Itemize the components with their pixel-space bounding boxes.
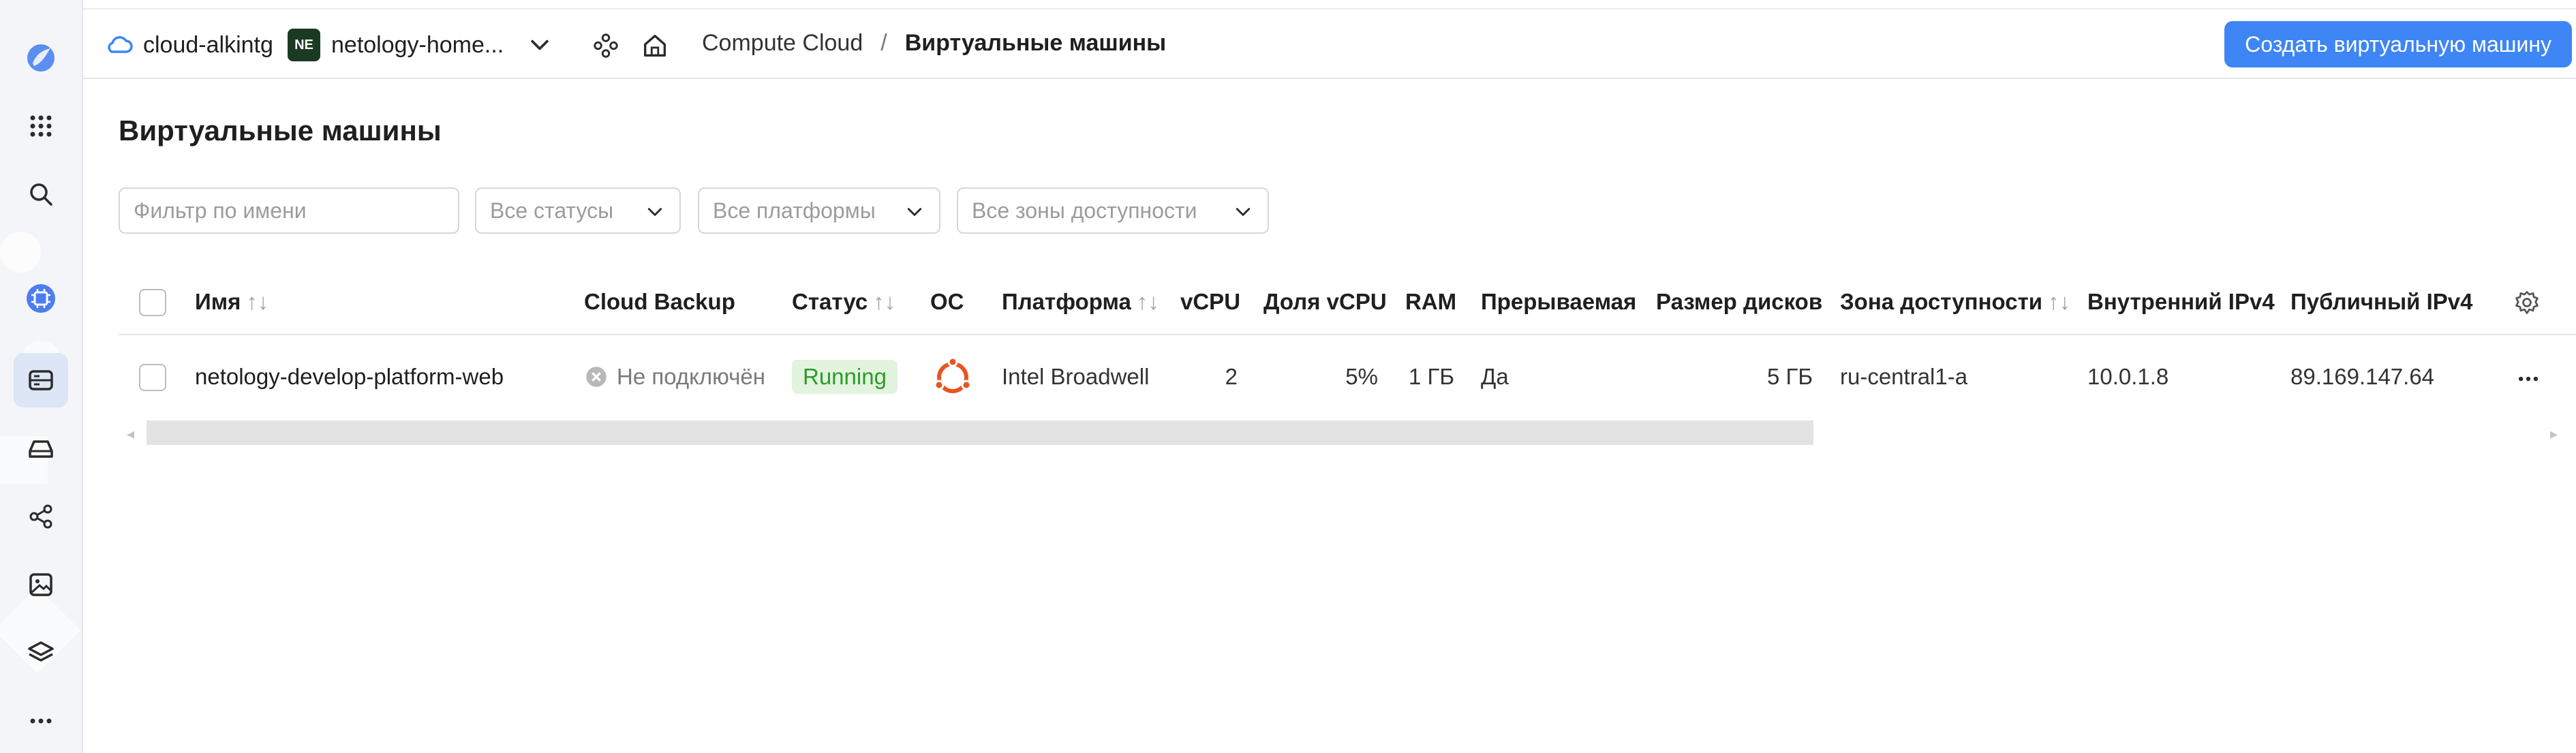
compute-cloud-service-button[interactable] bbox=[14, 271, 68, 326]
zone-filter-value: Все зоны доступности bbox=[972, 198, 1197, 223]
column-header-label: Статус bbox=[792, 289, 868, 314]
home-icon bbox=[644, 35, 666, 57]
grid-icon bbox=[30, 115, 52, 137]
compute-service-icon bbox=[27, 284, 55, 313]
column-header-os: ОС bbox=[930, 289, 964, 314]
zone-filter-select[interactable]: Все зоны доступности bbox=[957, 187, 1269, 234]
image-icon bbox=[29, 573, 52, 596]
disk-size-cell: 5 ГБ bbox=[1766, 364, 1813, 389]
chevron-down-icon bbox=[531, 40, 549, 50]
instance-groups-nav-button[interactable] bbox=[14, 489, 68, 544]
gear-icon bbox=[2515, 291, 2539, 314]
vm-name-link[interactable]: netology-develop-platform-web bbox=[195, 364, 504, 390]
create-vm-button[interactable]: Создать виртуальную машину bbox=[2224, 21, 2572, 67]
column-header-label: Платформа bbox=[1002, 289, 1131, 314]
home-button[interactable] bbox=[641, 31, 669, 60]
search-button[interactable] bbox=[14, 167, 68, 221]
snapshots-nav-button[interactable] bbox=[14, 626, 68, 680]
chevron-down-icon bbox=[647, 208, 662, 216]
sort-icon: ↑↓ bbox=[2048, 289, 2071, 314]
row-checkbox[interactable] bbox=[139, 364, 166, 391]
search-icon bbox=[30, 183, 52, 206]
horizontal-scrollbar-thumb[interactable] bbox=[147, 420, 1813, 445]
chevron-down-icon bbox=[1236, 208, 1251, 216]
ram-cell: 1 ГБ bbox=[1408, 364, 1454, 389]
top-bar: cloud-alkintg NE netology-home... Comput… bbox=[83, 8, 2576, 79]
sort-icon: ↑↓ bbox=[1136, 289, 1159, 314]
more-nav-button[interactable] bbox=[14, 694, 68, 748]
vcpu-share-cell: 5% bbox=[1345, 364, 1378, 389]
folder-name: netology-home... bbox=[331, 31, 504, 58]
column-header-label: Зона доступности bbox=[1840, 289, 2043, 314]
breadcrumb-compute-cloud[interactable]: Compute Cloud bbox=[702, 30, 863, 57]
images-nav-button[interactable] bbox=[14, 557, 68, 612]
column-header-preemptible: Прерываемая bbox=[1481, 289, 1637, 314]
sidebar-decoration bbox=[0, 232, 41, 273]
scroll-right-arrow[interactable]: ▸ bbox=[2550, 425, 2558, 443]
ubuntu-icon bbox=[934, 356, 972, 393]
not-connected-icon bbox=[586, 367, 607, 387]
backup-status: Не подключён bbox=[617, 364, 765, 389]
platform-cell: Intel Broadwell bbox=[1002, 364, 1150, 389]
column-header-internal-ip: Внутренний IPv4 bbox=[2087, 289, 2275, 314]
services-graph-button[interactable] bbox=[592, 31, 620, 60]
server-icon bbox=[29, 370, 53, 390]
cloud-icon bbox=[108, 36, 133, 53]
cloud-logo-icon bbox=[27, 44, 55, 72]
row-actions-button[interactable] bbox=[2515, 365, 2542, 396]
column-header-zone[interactable]: Зона доступности ↑↓ bbox=[1840, 289, 2070, 315]
select-all-checkbox[interactable] bbox=[139, 289, 166, 316]
cloud-selector[interactable]: cloud-alkintg bbox=[104, 30, 273, 60]
more-horizontal-icon bbox=[30, 718, 52, 724]
backup-cell: Не подключён bbox=[584, 364, 765, 390]
name-filter-input[interactable]: Фильтр по имени bbox=[119, 187, 459, 234]
folder-badge: NE bbox=[288, 29, 320, 61]
header-divider bbox=[119, 334, 2576, 335]
column-header-vcpu: vCPU bbox=[1180, 289, 1241, 314]
column-header-public-ip: Публичный IPv4 bbox=[2290, 289, 2473, 314]
connections-icon bbox=[594, 33, 618, 58]
folder-selector[interactable]: NE netology-home... bbox=[288, 29, 504, 61]
column-header-ram: RAM bbox=[1405, 289, 1457, 314]
column-header-disk-size: Размер дисков bbox=[1656, 289, 1823, 314]
breadcrumb-current: Виртуальные машины bbox=[904, 30, 1167, 56]
breadcrumb-separator: / bbox=[880, 30, 887, 56]
column-header-platform[interactable]: Платформа ↑↓ bbox=[1002, 289, 1159, 315]
folder-dropdown-button[interactable] bbox=[526, 31, 553, 59]
layers-icon bbox=[28, 641, 54, 662]
status-badge: Running bbox=[792, 360, 898, 394]
table-settings-button[interactable] bbox=[2513, 289, 2541, 320]
public-ip-cell: 89.169.147.64 bbox=[2290, 364, 2435, 389]
zone-cell: ru-central1-a bbox=[1840, 364, 1968, 389]
nodes-icon bbox=[29, 504, 52, 529]
chevron-down-icon bbox=[907, 208, 922, 216]
cloud-logo-button[interactable] bbox=[14, 31, 68, 85]
page-title: Виртуальные машины bbox=[119, 114, 442, 147]
internal-ip-cell: 10.0.1.8 bbox=[2087, 364, 2169, 389]
sort-icon: ↑↓ bbox=[873, 289, 896, 314]
cloud-name: cloud-alkintg bbox=[143, 31, 273, 58]
virtual-machines-nav-button[interactable] bbox=[14, 353, 68, 408]
scroll-left-arrow[interactable]: ◂ bbox=[127, 425, 134, 443]
column-header-vcpu-share: Доля vCPU bbox=[1263, 289, 1387, 314]
more-horizontal-icon bbox=[2518, 376, 2539, 382]
vcpu-cell: 2 bbox=[1225, 364, 1238, 389]
platform-filter-select[interactable]: Все платформы bbox=[698, 187, 940, 234]
breadcrumb: Compute Cloud / Виртуальные машины bbox=[702, 30, 1166, 57]
platform-filter-value: Все платформы bbox=[713, 198, 876, 223]
column-header-backup: Cloud Backup bbox=[584, 289, 735, 314]
status-filter-select[interactable]: Все статусы bbox=[475, 187, 681, 234]
name-filter-placeholder: Фильтр по имени bbox=[134, 198, 307, 223]
column-header-name[interactable]: Имя ↑↓ bbox=[195, 289, 269, 315]
os-cell bbox=[931, 356, 975, 403]
services-menu-button[interactable] bbox=[14, 99, 68, 153]
disk-icon bbox=[29, 440, 53, 458]
column-header-label: Имя bbox=[195, 289, 241, 314]
disks-nav-button[interactable] bbox=[14, 421, 68, 476]
column-header-status[interactable]: Статус ↑↓ bbox=[792, 289, 895, 315]
sort-icon: ↑↓ bbox=[246, 289, 269, 314]
preemptible-cell: Да bbox=[1481, 364, 1509, 389]
sidebar bbox=[0, 0, 83, 753]
status-filter-value: Все статусы bbox=[490, 198, 614, 223]
